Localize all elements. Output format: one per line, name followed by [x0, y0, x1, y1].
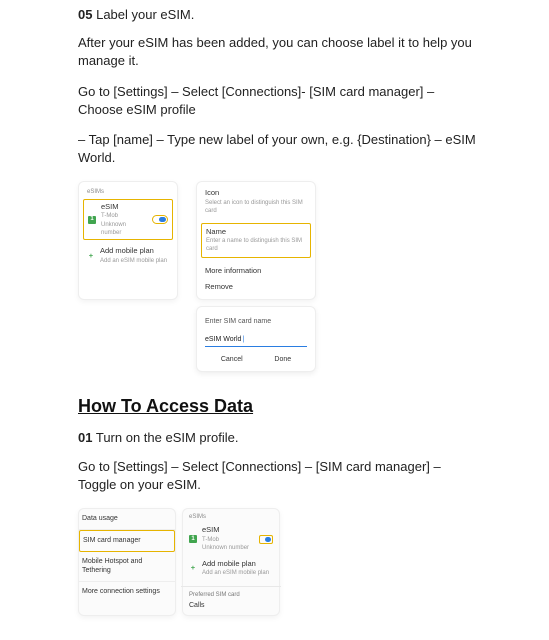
esim-toggle-2[interactable] — [259, 535, 273, 544]
step-01-title: Turn on the eSIM profile. — [96, 430, 239, 445]
step-05: 05 Label your eSIM. — [78, 6, 477, 24]
add-plan-sub: Add an eSIM mobile plan — [100, 257, 167, 265]
cancel-button[interactable]: Cancel — [221, 355, 243, 365]
para-goto-2: – Tap [name] – Type new label of your ow… — [78, 131, 477, 167]
step-05-title: Label your eSIM. — [96, 7, 194, 22]
add-mobile-plan[interactable]: + Add mobile plan Add an eSIM mobile pla… — [87, 242, 169, 269]
sim-manager-panel: eSIMs 1 eSIM T-Mob Unknown number + Add … — [78, 181, 178, 300]
rename-dialog: Enter SIM card name eSIM World Cancel Do… — [196, 306, 316, 372]
esim-detail-panel: Icon Select an icon to distinguish this … — [196, 181, 316, 300]
calls-row[interactable]: Calls — [189, 599, 273, 611]
esims-header-2: eSIMs — [189, 513, 273, 521]
icon-row-sub: Select an icon to distinguish this SIM c… — [205, 199, 307, 216]
para-goto-1: Go to [Settings] – Select [Connections]-… — [78, 83, 477, 119]
esim-row-title-2: eSIM — [202, 525, 254, 536]
conn-hotspot[interactable]: Mobile Hotspot and Tethering — [79, 552, 175, 583]
more-info-row[interactable]: More information — [205, 266, 307, 277]
conn-sim-manager[interactable]: SIM card manager — [79, 530, 175, 552]
rename-input[interactable]: eSIM World — [205, 333, 307, 348]
sim-index-icon-2: 1 — [189, 535, 197, 543]
para-after-add: After your eSIM has been added, you can … — [78, 34, 477, 70]
preferred-sim-label: Preferred SIM card — [189, 591, 273, 599]
dialog-title: Enter SIM card name — [205, 317, 307, 327]
esim-row-sub2: Unknown number — [101, 221, 147, 238]
screenshot-label-esim: eSIMs 1 eSIM T-Mob Unknown number + Add … — [78, 181, 477, 372]
esims-header: eSIMs — [87, 188, 169, 196]
plus-icon-2: + — [189, 563, 197, 574]
para-goto-3: Go to [Settings] – Select [Connections] … — [78, 458, 477, 494]
done-button[interactable]: Done — [274, 355, 291, 365]
step-01: 01 Turn on the eSIM profile. — [78, 429, 477, 447]
step-01-num: 01 — [78, 430, 92, 445]
add-plan-sub-2: Add an eSIM mobile plan — [202, 569, 269, 577]
conn-data-usage[interactable]: Data usage — [79, 509, 175, 530]
add-mobile-plan-2[interactable]: + Add mobile plan Add an eSIM mobile pla… — [189, 555, 273, 582]
icon-row-label: Icon — [205, 188, 307, 199]
heading-access-data: How To Access Data — [78, 394, 477, 419]
esim-row-sub2-2: Unknown number — [202, 544, 254, 552]
esim-row-sub1: T-Mob — [101, 212, 147, 220]
step-05-num: 05 — [78, 7, 92, 22]
name-row-label: Name — [206, 227, 306, 238]
add-plan-label-2: Add mobile plan — [202, 559, 269, 570]
esim-row-title: eSIM — [101, 202, 147, 213]
conn-more[interactable]: More connection settings — [79, 582, 175, 602]
remove-row[interactable]: Remove — [205, 282, 307, 293]
esim-row-sub1-2: T-Mob — [202, 536, 254, 544]
add-plan-label: Add mobile plan — [100, 246, 167, 257]
plus-icon: + — [87, 251, 95, 262]
esim-toggle[interactable] — [152, 215, 168, 224]
name-row-sub: Enter a name to distinguish this SIM car… — [206, 237, 306, 254]
screenshot-toggle-esim: Data usage SIM card manager Mobile Hotsp… — [78, 508, 477, 616]
sim-index-icon: 1 — [88, 216, 96, 224]
